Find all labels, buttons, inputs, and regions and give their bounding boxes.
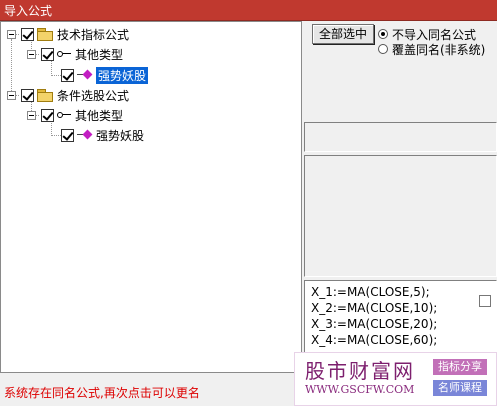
folder-icon bbox=[37, 28, 53, 41]
tree-category-label: 其他类型 bbox=[75, 108, 124, 123]
formula-icon bbox=[77, 129, 93, 141]
tree-group-label: 条件选股公式 bbox=[57, 88, 130, 103]
tree-leaf-label: 强势妖股 bbox=[96, 128, 145, 143]
collapse-toggle[interactable] bbox=[27, 50, 36, 59]
code-line: X_3:=MA(CLOSE,20); bbox=[311, 317, 438, 331]
info-box bbox=[304, 122, 497, 152]
tree-connector bbox=[51, 75, 61, 76]
watermark-url: WWW.GSCFW.COM bbox=[305, 383, 415, 396]
radio-selected-icon[interactable] bbox=[378, 29, 388, 39]
collapse-toggle[interactable] bbox=[27, 111, 36, 120]
tree-connector bbox=[11, 39, 12, 97]
tree-group-technical[interactable]: 技术指标公式 bbox=[21, 25, 129, 43]
formula-checkbox[interactable] bbox=[61, 128, 74, 142]
status-message: 系统存在同名公式,再次点击可以更名 bbox=[4, 386, 200, 400]
options-panel: 全部选中 不导入同名公式 覆盖同名(非系统) X_1:=MA(CLOSE,5);… bbox=[304, 21, 497, 373]
tree-group-screening[interactable]: 条件选股公式 bbox=[21, 86, 129, 104]
tree-connector bbox=[51, 135, 61, 136]
group-checkbox[interactable] bbox=[21, 27, 34, 41]
select-all-button[interactable]: 全部选中 bbox=[312, 24, 374, 44]
code-line: X_4:=MA(CLOSE,60); bbox=[311, 333, 438, 347]
tree-category-label: 其他类型 bbox=[75, 47, 124, 62]
description-box bbox=[304, 155, 497, 277]
key-icon bbox=[57, 50, 71, 58]
watermark-tag: 名师课程 bbox=[433, 380, 487, 396]
code-checkbox[interactable] bbox=[479, 295, 491, 307]
tree-group-label: 技术指标公式 bbox=[57, 27, 130, 42]
radio-icon[interactable] bbox=[378, 44, 388, 54]
category-checkbox[interactable] bbox=[41, 47, 54, 61]
formula-icon bbox=[77, 69, 93, 81]
key-icon bbox=[57, 111, 71, 119]
code-line: X_1:=MA(CLOSE,5); bbox=[311, 285, 430, 299]
formula-checkbox[interactable] bbox=[61, 68, 74, 82]
tree-leaf-label: 强势妖股 bbox=[96, 66, 149, 84]
tree-category-other[interactable]: 其他类型 bbox=[41, 106, 123, 124]
window-title: 导入公式 bbox=[4, 4, 53, 18]
collapse-toggle[interactable] bbox=[7, 30, 16, 39]
tree-category-other[interactable]: 其他类型 bbox=[41, 45, 123, 63]
folder-icon bbox=[37, 89, 53, 102]
group-checkbox[interactable] bbox=[21, 88, 34, 102]
watermark-logo: 股市财富网 WWW.GSCFW.COM 指标分享 名师课程 bbox=[294, 352, 497, 406]
watermark-tag: 指标分享 bbox=[433, 359, 487, 375]
formula-tree[interactable]: 技术指标公式 其他类型 强势妖股 条件选股公式 其他类型 强势妖股 bbox=[0, 21, 302, 373]
radio-overwrite[interactable]: 覆盖同名(非系统) bbox=[378, 41, 485, 57]
tree-leaf-formula[interactable]: 强势妖股 bbox=[61, 66, 149, 84]
tree-leaf-formula[interactable]: 强势妖股 bbox=[61, 126, 144, 144]
code-line: X_2:=MA(CLOSE,10); bbox=[311, 301, 438, 315]
watermark-brand: 股市财富网 bbox=[305, 359, 415, 383]
radio-label: 覆盖同名(非系统) bbox=[392, 42, 486, 57]
title-bar: 导入公式 bbox=[0, 0, 497, 21]
collapse-toggle[interactable] bbox=[7, 91, 16, 100]
category-checkbox[interactable] bbox=[41, 108, 54, 122]
